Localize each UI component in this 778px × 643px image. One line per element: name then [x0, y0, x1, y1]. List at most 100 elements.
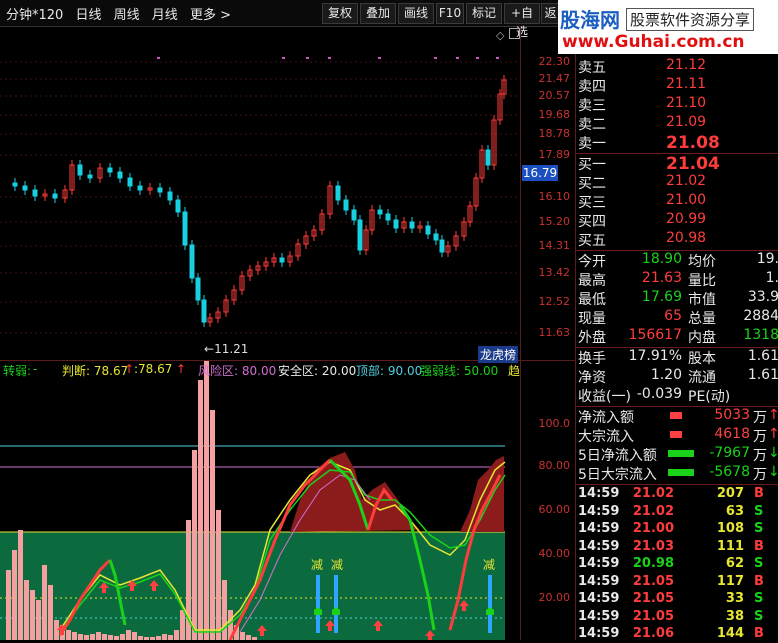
- fund-row: 换手 17.91% 股本 1.61: [576, 348, 778, 367]
- price-axis-label: 21.47: [538, 72, 571, 85]
- judge-value: 判断: 78.67: [62, 364, 129, 378]
- flow-value: -5678: [709, 464, 750, 480]
- volume-bar: [108, 635, 113, 640]
- indicator-axis-label: 100.0: [538, 417, 571, 430]
- bid-price: 21.00: [666, 192, 707, 208]
- trade-price: 21.02: [632, 503, 674, 519]
- volume-bar: [240, 632, 245, 640]
- candle-body: [182, 211, 188, 246]
- fund-flow-row: 大宗流入 4618 万 ↑: [576, 426, 778, 445]
- overlay-button[interactable]: 叠加: [360, 3, 396, 24]
- ask-row: 卖三 21.10: [576, 95, 778, 114]
- flow-bar: [670, 412, 682, 419]
- trade-price: 21.02: [632, 486, 674, 501]
- fund-flow-row: 5日净流入额 -7967 万 ↓: [576, 445, 778, 464]
- price-axis-label: 17.89: [538, 148, 571, 161]
- price-axis-label: 20.57: [538, 89, 571, 102]
- candle-body: [439, 239, 445, 253]
- fund-value: 1.20: [650, 367, 682, 383]
- quote-value-2: 1318: [743, 327, 778, 343]
- arrow-up-icon: ↑: [768, 426, 778, 442]
- indicator-name-value: -: [33, 362, 38, 376]
- tab-day[interactable]: 日线: [75, 8, 101, 23]
- candle-body: [117, 171, 123, 179]
- trade-price: 21.03: [632, 538, 674, 554]
- quote-label: 现量: [578, 311, 606, 327]
- flow-unit: 万: [753, 467, 767, 483]
- top-toolbar: 分钟*120 日线 周线 月线 更多 > 复权 叠加 画线 F10 标记 +自选…: [0, 0, 560, 39]
- volume-bar: [192, 450, 197, 640]
- bid-row: 买一 21.04: [576, 154, 778, 174]
- volume-bar: [18, 530, 23, 640]
- bid-price: 21.02: [666, 173, 707, 189]
- quote-value-2: 2884: [743, 308, 778, 324]
- price-axis-label: 13.42: [538, 266, 571, 279]
- signal-dot: [456, 57, 459, 59]
- ask-price: 21.09: [666, 114, 707, 130]
- low-price-value: 11.21: [214, 342, 249, 356]
- volume-bar: [90, 634, 95, 640]
- price-axis-label: 12.52: [538, 295, 571, 308]
- add-favorite-button[interactable]: +自选: [504, 3, 540, 39]
- quote-label: 外盘: [578, 330, 606, 346]
- quote-value: 21.63: [641, 270, 682, 286]
- volume-bar: [174, 630, 179, 640]
- minus-signal-bar: [488, 575, 492, 633]
- tab-more[interactable]: 更多 >: [190, 8, 231, 23]
- trade-row: 14:59 21.00 108 S: [576, 521, 778, 538]
- trade-price: 21.00: [632, 521, 674, 536]
- volume-bar: [198, 380, 203, 640]
- quote-value: 65: [664, 308, 682, 324]
- tab-minute-120[interactable]: 分钟*120: [6, 8, 63, 23]
- indicator-axis-label: 20.00: [538, 591, 571, 604]
- kline-chart-svg[interactable]: [0, 26, 575, 640]
- tab-week[interactable]: 周线: [114, 8, 140, 23]
- f10-button[interactable]: F10: [436, 3, 464, 24]
- ask-label: 卖四: [578, 79, 606, 95]
- risk-zone: 风险区: 80.00: [198, 364, 277, 378]
- maximize-icon[interactable]: [509, 28, 520, 39]
- trade-price: 21.06: [632, 626, 674, 641]
- trade-time: 14:59: [578, 608, 620, 624]
- candle-body: [157, 187, 163, 193]
- candle-body: [201, 299, 207, 323]
- trade-row: 14:59 21.05 38 S: [576, 609, 778, 626]
- fuquan-button[interactable]: 复权: [322, 3, 358, 24]
- signal-dot: [378, 57, 381, 59]
- arrow-down-icon: ↓: [768, 464, 778, 480]
- candle-body: [195, 277, 201, 301]
- trade-side: B: [754, 573, 764, 589]
- volume-bar: [120, 634, 125, 640]
- diamond-icon[interactable]: ◇: [496, 29, 504, 42]
- dragon-tiger-tag[interactable]: 龙虎榜: [478, 346, 519, 363]
- volume-bar: [36, 600, 41, 640]
- candle-body: [22, 185, 28, 191]
- mark-button[interactable]: 标记: [466, 3, 502, 24]
- price-axis-label: 18.78: [538, 127, 571, 140]
- bid-row: 买四 20.99: [576, 211, 778, 230]
- volume-bar: [156, 636, 161, 640]
- trade-side: B: [754, 486, 764, 501]
- quote-label-2: 均价: [688, 254, 716, 270]
- minus-signal-bar: [334, 575, 338, 633]
- price-axis-label: 19.68: [538, 108, 571, 121]
- tab-month[interactable]: 月线: [152, 8, 178, 23]
- flow-unit: 万: [753, 448, 767, 464]
- trade-time: 14:59: [578, 521, 620, 536]
- fund-value-2: 1.61: [747, 367, 778, 383]
- draw-button[interactable]: 画线: [398, 3, 434, 24]
- volume-bar: [216, 510, 221, 640]
- candle-body: [385, 213, 391, 221]
- fund-label-2: 流通: [688, 370, 716, 386]
- candle-body: [485, 149, 491, 166]
- bid-row: 买二 21.02: [576, 173, 778, 192]
- trade-volume: 108: [716, 521, 744, 536]
- volume-bar: [210, 410, 215, 640]
- volume-bar: [246, 635, 251, 640]
- logo-slogan: 股票软件资源分享: [626, 8, 755, 31]
- volume-bar: [24, 580, 29, 640]
- ask-label: 卖二: [578, 117, 606, 133]
- candle-body: [32, 189, 38, 197]
- candle-body: [127, 177, 133, 187]
- safe-zone: 安全区: 20.00: [278, 364, 357, 378]
